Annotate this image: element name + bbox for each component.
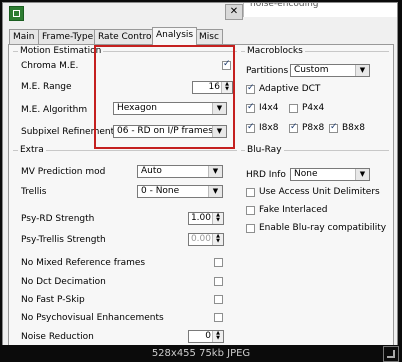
aud-label: Use Access Unit Delimiters (259, 187, 380, 197)
aud-checkbox[interactable] (246, 188, 255, 197)
no-psy-enhancements-label: No Psychovisual Enhancements (21, 313, 164, 323)
spinner-arrows-icon[interactable]: ▲ ▼ (212, 331, 223, 342)
p4x4-label: P4x4 (302, 103, 325, 113)
i4x4-checkbox[interactable] (246, 102, 255, 113)
background-window: noise-encoding (243, 3, 397, 17)
bluray-title: Blu-Ray (245, 145, 284, 155)
close-icon: ✕ (229, 6, 239, 17)
chroma-me-label: Chroma M.E. (21, 61, 79, 71)
close-button[interactable]: ✕ (225, 4, 243, 20)
spinner-arrows-icon[interactable]: ▲ ▼ (212, 234, 223, 245)
trellis-label: Trellis (21, 187, 47, 197)
psy-rd-spinner[interactable]: 1.00 ▲ ▼ (188, 212, 224, 225)
p8x8-label: P8x8 (302, 123, 325, 133)
mv-prediction-value: Auto (141, 166, 162, 176)
fake-interlaced-checkbox[interactable] (246, 206, 255, 215)
no-dct-decimation-label: No Dct Decimation (21, 277, 106, 287)
psy-trellis-spinner[interactable]: 0.00 ▲ ▼ (188, 233, 224, 246)
spinner-arrows-icon[interactable]: ▲ ▼ (212, 213, 223, 224)
no-mixed-refs-checkbox[interactable] (214, 258, 223, 267)
p8x8-checkbox[interactable] (289, 122, 298, 133)
chevron-down-icon: ▼ (208, 166, 222, 177)
psy-rd-value: 1.00 (190, 213, 211, 223)
noise-reduction-value: 0 (205, 331, 211, 341)
fake-interlaced-label: Fake Interlaced (259, 205, 328, 215)
trellis-dropdown[interactable]: 0 - None ▼ (137, 185, 223, 198)
partitions-value: Custom (294, 65, 329, 75)
tab-main[interactable]: Main (9, 29, 39, 44)
hrd-info-dropdown[interactable]: None ▼ (290, 168, 370, 181)
b8x8-label: B8x8 (342, 123, 365, 133)
motion-estimation-title: Motion Estimation (18, 46, 104, 56)
no-fast-pskip-checkbox[interactable] (214, 295, 223, 304)
partitions-label: Partitions (246, 66, 289, 76)
hrd-info-label: HRD Info (246, 170, 286, 180)
noise-reduction-spinner[interactable]: 0 ▲ ▼ (188, 330, 224, 343)
tab-analysis[interactable]: Analysis (152, 27, 198, 45)
tab-rate-control[interactable]: Rate Control (94, 29, 159, 44)
chevron-down-icon: ▼ (355, 65, 369, 76)
i4x4-label: I4x4 (259, 103, 279, 113)
extra-title: Extra (18, 145, 46, 155)
no-psy-enhancements-checkbox[interactable] (214, 313, 223, 322)
highlight-box (94, 45, 235, 149)
adaptive-dct-checkbox[interactable] (246, 83, 255, 94)
b8x8-checkbox[interactable] (329, 122, 338, 133)
app-icon (9, 6, 24, 21)
no-fast-pskip-label: No Fast P-Skip (21, 295, 85, 305)
tab-misc[interactable]: Misc (195, 29, 223, 44)
i8x8-label: I8x8 (259, 123, 279, 133)
hrd-info-value: None (294, 169, 318, 179)
no-dct-decimation-checkbox[interactable] (214, 277, 223, 286)
adaptive-dct-label: Adaptive DCT (259, 84, 321, 94)
psy-trellis-value: 0.00 (190, 234, 211, 244)
me-algorithm-label: M.E. Algorithm (21, 105, 88, 115)
chevron-down-icon: ▼ (208, 186, 222, 197)
trellis-value: 0 - None (141, 186, 180, 196)
me-range-label: M.E. Range (21, 82, 72, 92)
image-status-bar: 528x455 75kb JPEG (0, 345, 402, 362)
i8x8-checkbox[interactable] (246, 122, 255, 133)
tab-frame-type[interactable]: Frame-Type (38, 29, 98, 44)
macroblocks-title: Macroblocks (245, 46, 305, 56)
bluray-compat-label: Enable Blu-ray compatibility (259, 223, 387, 233)
partitions-dropdown[interactable]: Custom ▼ (290, 64, 370, 77)
p4x4-checkbox[interactable] (289, 104, 298, 113)
mv-prediction-dropdown[interactable]: Auto ▼ (137, 165, 223, 178)
extra-group (13, 150, 237, 151)
bluray-compat-checkbox[interactable] (246, 224, 255, 233)
psy-trellis-label: Psy-Trellis Strength (21, 235, 106, 245)
noise-reduction-label: Noise Reduction (21, 332, 94, 342)
chevron-down-icon: ▼ (355, 169, 369, 180)
mv-prediction-label: MV Prediction mod (21, 167, 106, 177)
background-window-title: noise-encoding (250, 3, 319, 9)
no-mixed-refs-label: No Mixed Reference frames (21, 258, 146, 268)
resize-icon[interactable] (383, 346, 399, 362)
psy-rd-label: Psy-RD Strength (21, 214, 95, 224)
